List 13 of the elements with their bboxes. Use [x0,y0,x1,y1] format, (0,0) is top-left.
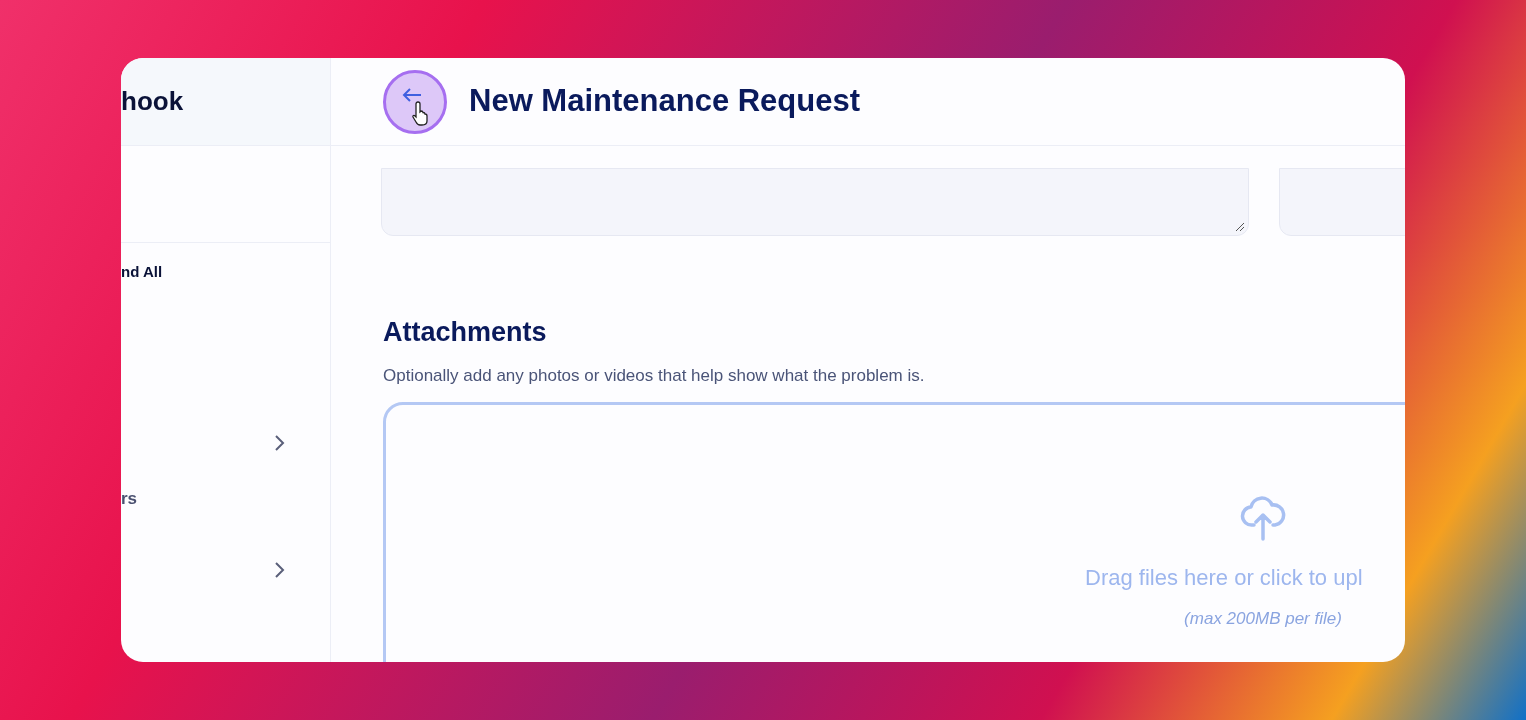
dropzone-hint: (max 200MB per file) [1184,608,1342,630]
resize-handle-icon [1235,222,1245,232]
arrow-left-icon [401,86,423,103]
section-heading: Attachments [382,316,548,349]
cloud-upload-icon [1240,493,1286,541]
sidebar-item[interactable]: rs [121,489,138,508]
chevron-right-icon[interactable] [274,434,286,452]
page-title: New Maintenance Request [469,82,861,121]
brand-name: hook [121,85,184,118]
chevron-right-icon[interactable] [274,561,286,579]
dropzone-instruction: Drag files here or click to upl [1085,564,1363,592]
sidebar-item[interactable]: nd All [121,263,163,280]
section-description: Optionally add any photos or videos that help show what the problem is. [382,364,926,387]
